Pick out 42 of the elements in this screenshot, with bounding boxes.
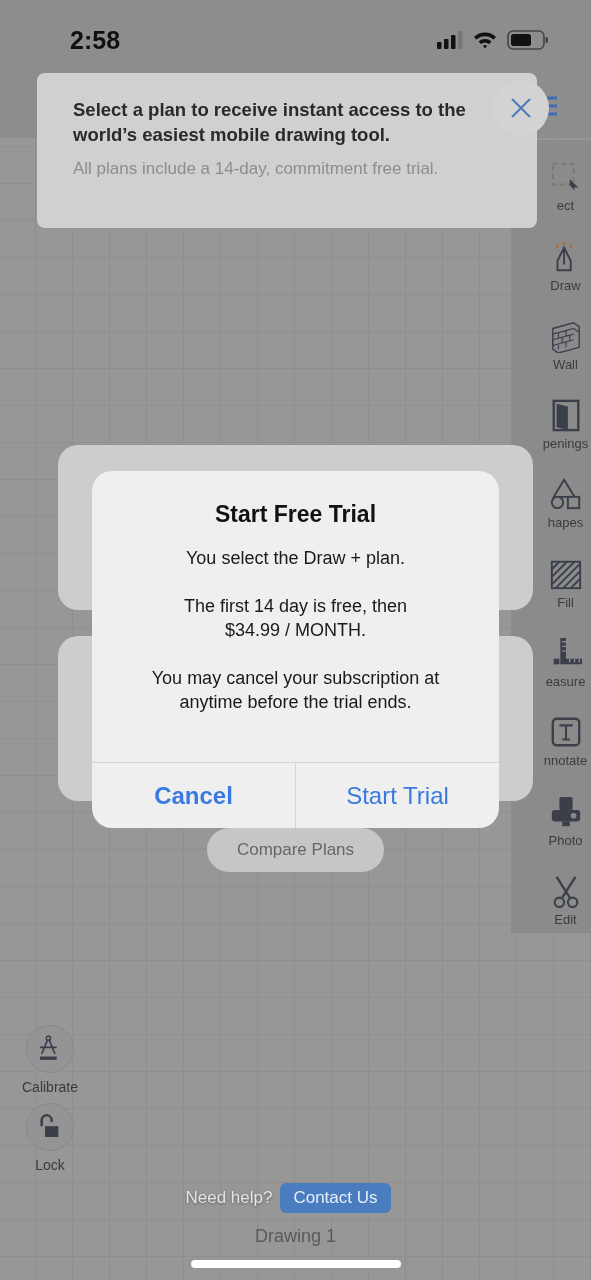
- tool-button[interactable]: Fill: [540, 536, 591, 616]
- tool-label: ect: [556, 198, 575, 214]
- tool-button[interactable]: nnotate: [540, 695, 591, 775]
- help-text: Need help?: [185, 1188, 273, 1208]
- battery-icon: [507, 30, 549, 50]
- tool-label: Lock: [35, 1157, 65, 1173]
- tool-button[interactable]: hapes: [540, 457, 591, 537]
- tool-button[interactable]: Photo: [540, 774, 591, 854]
- dialog-message: You select the Draw + plan.: [186, 547, 405, 570]
- drawing-title: Drawing 1: [253, 1226, 337, 1247]
- tool-button[interactable]: Wall: [540, 298, 591, 378]
- compare-plans-button[interactable]: Compare Plans: [207, 828, 384, 872]
- contact-button[interactable]: Contact Us: [280, 1183, 391, 1213]
- tool-label: nnotate: [543, 753, 588, 769]
- tool-button[interactable]: ect: [540, 140, 591, 220]
- dialog-message: You may cancel your subscription at anytime before the trial ends.: [150, 667, 441, 714]
- wifi-icon: [473, 31, 497, 49]
- tool-label: Photo: [548, 832, 583, 848]
- tool-button[interactable]: [26, 1025, 74, 1073]
- tool-button[interactable]: Edit: [540, 853, 591, 933]
- tool-label: penings: [542, 436, 589, 452]
- tool-button[interactable]: Draw: [540, 219, 591, 299]
- close-icon: [510, 97, 532, 119]
- banner-subtext: All plans include a 14-day, commitment free trial.: [73, 158, 440, 180]
- tool-button[interactable]: easure: [540, 615, 591, 696]
- banner-heading: Select a plan to receive instant access to the world’s easiest mobile drawing tool.: [73, 98, 467, 147]
- tool-label: Wall: [553, 356, 578, 372]
- tool-label: Edit: [554, 911, 577, 927]
- status-time: 2:58: [70, 25, 121, 55]
- dialog-message: The first 14 day is free, then $34.99 / MONTH.: [182, 595, 409, 642]
- tool-label: easure: [545, 674, 586, 690]
- signal-icon: [437, 31, 463, 49]
- tool-button[interactable]: penings: [540, 377, 591, 458]
- tool-button[interactable]: [26, 1103, 74, 1151]
- tool-label: hapes: [547, 515, 584, 531]
- tool-label: Fill: [557, 594, 574, 610]
- tool-label: Calibrate: [22, 1079, 78, 1095]
- shapes-icon: [548, 477, 583, 512]
- dialog-button[interactable]: Start Trial: [295, 763, 499, 828]
- dialog-button[interactable]: Cancel: [92, 763, 295, 828]
- dialog-title: Start Free Trial: [214, 501, 377, 528]
- tool-label: Draw: [550, 277, 581, 293]
